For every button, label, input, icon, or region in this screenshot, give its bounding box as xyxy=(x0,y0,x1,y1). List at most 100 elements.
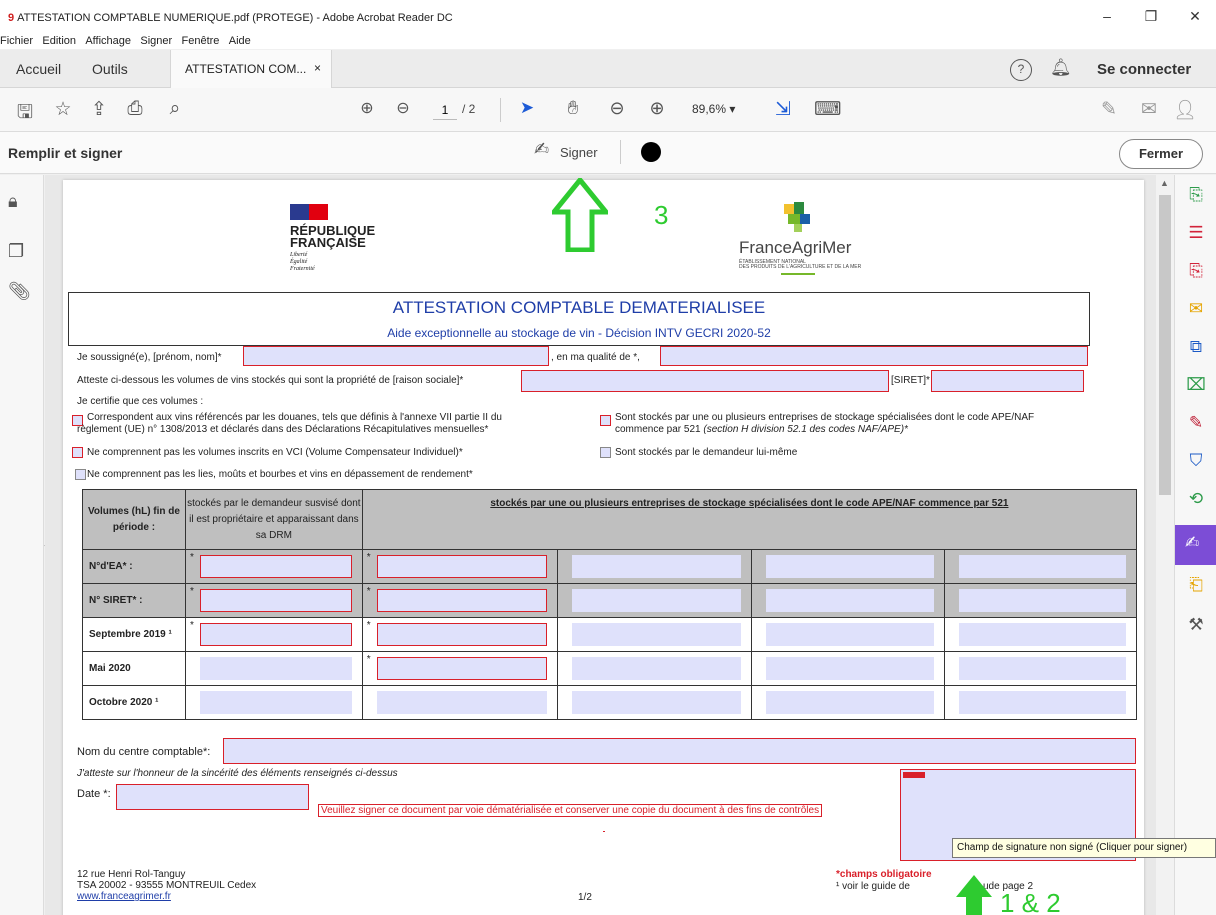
guide-note: ¹ voir le guide de xyxy=(836,881,910,892)
name-field[interactable] xyxy=(243,346,549,366)
sign-pen-icon: ✍︎ xyxy=(534,139,550,159)
scroll-thumb[interactable] xyxy=(1159,195,1171,495)
qualite-field[interactable] xyxy=(660,346,1088,366)
check-lies[interactable] xyxy=(75,469,86,480)
ea-entreprise-2-field[interactable] xyxy=(571,555,742,578)
oct-entreprise-3-field[interactable] xyxy=(766,691,935,714)
oct-demandeur-field[interactable] xyxy=(199,691,352,714)
mai-entreprise-4-field[interactable] xyxy=(959,657,1126,680)
share-upload-icon[interactable]: ⇪ xyxy=(86,98,112,121)
minimize-button[interactable]: – xyxy=(1092,8,1122,28)
toolbar-divider xyxy=(500,98,501,122)
menu-signer[interactable]: Signer xyxy=(140,35,172,47)
previous-page-icon[interactable]: ⊕ xyxy=(354,98,380,118)
date-field[interactable] xyxy=(116,784,309,810)
check-demandeur[interactable] xyxy=(600,447,611,458)
organize-pages-icon[interactable]: ☰ xyxy=(1184,223,1208,247)
tab-document[interactable]: ATTESTATION COM... × xyxy=(170,50,332,88)
mandatory-note: *champs obligatoire xyxy=(836,869,932,880)
mai-entreprise-2-field[interactable] xyxy=(571,657,742,680)
print-icon[interactable]: ⎙ xyxy=(122,98,148,120)
zoom-select[interactable]: 89,6% ▾ xyxy=(692,102,735,116)
signin-link[interactable]: Se connecter xyxy=(1097,61,1191,78)
export-pdf-icon[interactable]: ⎘ xyxy=(1184,261,1208,285)
siret-demandeur-field[interactable] xyxy=(199,589,352,612)
next-page-icon[interactable]: ⊖ xyxy=(390,98,416,118)
create-pdf-icon[interactable]: ⎘ xyxy=(1184,185,1208,209)
siret-entreprise-3-field[interactable] xyxy=(766,589,935,612)
centre-comptable-field[interactable] xyxy=(223,738,1136,764)
lock-icon[interactable]: 🔒︎ xyxy=(8,191,18,212)
help-icon[interactable]: ? xyxy=(1010,59,1032,81)
scroll-up-icon[interactable]: ▲ xyxy=(1160,178,1169,188)
maximize-button[interactable]: ❐ xyxy=(1136,8,1166,28)
ea-entreprise-4-field[interactable] xyxy=(959,555,1126,578)
check-douanes-line1: Correspondent aux vins référencés par le… xyxy=(87,412,502,423)
more-tools-icon[interactable]: ⚒ xyxy=(1184,615,1208,639)
compare-icon[interactable]: ⟲ xyxy=(1184,489,1208,513)
ea-demandeur-field[interactable] xyxy=(199,555,352,578)
oct-entreprise-4-field[interactable] xyxy=(959,691,1126,714)
protect-shield-icon[interactable]: ⛉ xyxy=(1184,451,1208,475)
select-cursor-icon[interactable]: ➤ xyxy=(514,98,540,118)
pages-icon[interactable]: ❐ xyxy=(8,241,24,262)
fill-sign-bar: Remplir et signer ✍︎ Signer xyxy=(0,132,1216,174)
check-entreprises-521[interactable] xyxy=(600,415,611,426)
save-icon[interactable]: 🖫 xyxy=(12,98,38,130)
send-review-icon[interactable]: ⎗ xyxy=(1184,575,1208,599)
comment-icon[interactable]: ✉ xyxy=(1184,299,1208,323)
menu-fichier[interactable]: Fichier xyxy=(0,35,33,47)
attachment-paperclip-icon[interactable]: 📎︎ xyxy=(8,281,31,302)
keyboard-scroll-icon[interactable]: ⌨ xyxy=(814,98,841,121)
menu-aide[interactable]: Aide xyxy=(229,35,251,47)
combine-files-icon[interactable]: ⧉ xyxy=(1184,337,1208,361)
fit-page-icon[interactable]: ⇲ xyxy=(770,98,796,121)
ea-entreprise-3-field[interactable] xyxy=(766,555,935,578)
tab-home[interactable]: Accueil xyxy=(16,61,61,77)
email-icon[interactable]: ✉ xyxy=(1136,98,1162,121)
hand-tool-icon[interactable]: ✋︎ xyxy=(560,98,586,120)
vertical-scrollbar[interactable]: ▲ xyxy=(1156,175,1174,915)
menu-affichage[interactable]: Affichage xyxy=(85,35,131,47)
sept-entreprise-2-field[interactable] xyxy=(571,623,742,646)
tab-tools[interactable]: Outils xyxy=(92,61,128,77)
website-link[interactable]: www.franceagrimer.fr xyxy=(77,891,171,902)
sept-entreprise-3-field[interactable] xyxy=(766,623,935,646)
check-vci[interactable] xyxy=(72,447,83,458)
mai-entreprise-3-field[interactable] xyxy=(766,657,935,680)
scan-ocr-icon[interactable]: ⌧ xyxy=(1184,375,1208,399)
fill-sign-tool-active[interactable]: ✍︎ xyxy=(1175,525,1216,565)
document-viewport[interactable]: RÉPUBLIQUE FRANÇAISE Liberté Égalité Fra… xyxy=(45,175,1156,915)
siret-entreprise-1-field[interactable] xyxy=(376,589,547,612)
red-mark xyxy=(603,831,605,832)
close-window-button[interactable]: ✕ xyxy=(1180,8,1210,28)
bell-icon[interactable]: 🔔︎ xyxy=(1050,58,1072,78)
siret-entreprise-4-field[interactable] xyxy=(959,589,1126,612)
siret-entreprise-2-field[interactable] xyxy=(571,589,742,612)
sept-entreprise-4-field[interactable] xyxy=(959,623,1126,646)
sept-demandeur-field[interactable] xyxy=(199,623,352,646)
mai-entreprise-1-field[interactable] xyxy=(376,657,547,680)
signer-button[interactable]: ✍︎ Signer xyxy=(534,139,598,167)
zoom-in-icon[interactable]: ⊕ xyxy=(644,98,670,119)
close-tab-icon[interactable]: × xyxy=(314,61,321,75)
sept-entreprise-1-field[interactable] xyxy=(376,623,547,646)
share-user-icon[interactable]: 👤︎ xyxy=(1172,98,1198,122)
oct-entreprise-2-field[interactable] xyxy=(571,691,742,714)
window-title: 9 ATTESTATION COMPTABLE NUMERIQUE.pdf (PR… xyxy=(8,12,453,24)
raison-sociale-field[interactable] xyxy=(521,370,889,392)
menu-edition[interactable]: Edition xyxy=(42,35,76,47)
ea-entreprise-1-field[interactable] xyxy=(376,555,547,578)
zoom-search-icon[interactable]: ⌕ xyxy=(162,98,188,120)
ink-color-picker[interactable] xyxy=(641,142,661,162)
edit-pen-icon[interactable]: ✎ xyxy=(1184,413,1208,437)
attach-sign-icon[interactable]: ✎ xyxy=(1096,98,1122,121)
oct-entreprise-1-field[interactable] xyxy=(376,691,547,714)
bookmark-star-icon[interactable]: ☆ xyxy=(50,98,76,121)
page-number-input[interactable] xyxy=(433,100,457,120)
mai-demandeur-field[interactable] xyxy=(199,657,352,680)
menu-fenetre[interactable]: Fenêtre xyxy=(182,35,220,47)
siret-field[interactable] xyxy=(931,370,1084,392)
zoom-out-icon[interactable]: ⊖ xyxy=(604,98,630,119)
close-fill-sign-button[interactable]: Fermer xyxy=(1119,139,1203,169)
